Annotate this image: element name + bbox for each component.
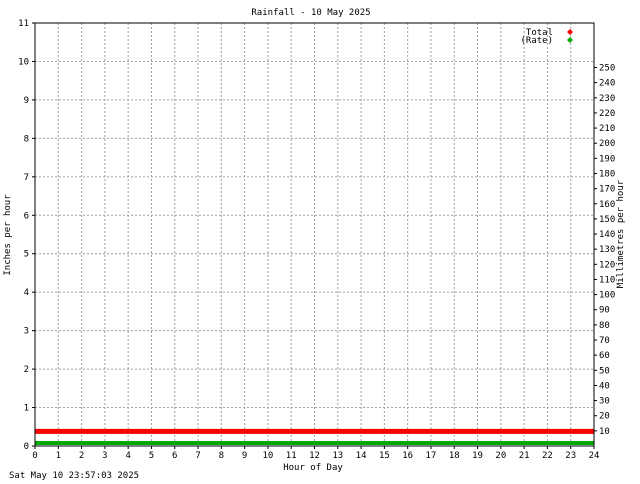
x-tick-label: 22 bbox=[542, 451, 553, 461]
legend-marker-total bbox=[567, 29, 573, 35]
legend-marker-rate bbox=[567, 37, 573, 43]
x-tick-label: 0 bbox=[32, 451, 37, 461]
y-tick-label: 4 bbox=[24, 288, 29, 298]
y-tick-label: 9 bbox=[24, 96, 29, 106]
x-tick-label: 4 bbox=[125, 451, 130, 461]
x-tick-label: 20 bbox=[495, 451, 506, 461]
x-tick-label: 9 bbox=[242, 451, 247, 461]
y2-tick-label: 160 bbox=[599, 200, 615, 210]
y2-tick-label: 100 bbox=[599, 291, 615, 301]
x-tick-label: 11 bbox=[286, 451, 297, 461]
y-axis-label: Inches per hour bbox=[3, 194, 13, 276]
tick-layer: 0 1 2 3 4 5 6 7 8 9 10 11 12 13 14 15 16 17 18 19 20 21 22 23 24… bbox=[18, 19, 615, 461]
x-tick-label: 10 bbox=[262, 451, 273, 461]
y-tick-label: 2 bbox=[24, 365, 29, 375]
x-tick-label: 8 bbox=[219, 451, 224, 461]
y2-tick-label: 170 bbox=[599, 185, 615, 195]
y2-tick-label: 240 bbox=[599, 79, 615, 89]
x-tick-label: 16 bbox=[402, 451, 413, 461]
y-tick-label: 5 bbox=[24, 250, 29, 260]
x-tick-label: 7 bbox=[195, 451, 200, 461]
plot-frame bbox=[34, 22, 595, 447]
y2-tick-label: 220 bbox=[599, 109, 615, 119]
x-tick-label: 2 bbox=[79, 451, 84, 461]
x-tick-label: 17 bbox=[426, 451, 437, 461]
y2-tick-label: 140 bbox=[599, 230, 615, 240]
rainfall-chart: 0 1 2 3 4 5 6 7 8 9 10 11 12 13 14 15 16 17 18 19 20 21 22 23 24… bbox=[0, 0, 640, 481]
y2-tick-label: 110 bbox=[599, 275, 615, 285]
x-tick-label: 6 bbox=[172, 451, 177, 461]
x-tick-label: 5 bbox=[149, 451, 154, 461]
y2-tick-label: 80 bbox=[599, 321, 610, 331]
y2-tick-label: 120 bbox=[599, 260, 615, 270]
chart-title: Rainfall - 10 May 2025 bbox=[251, 8, 370, 18]
y2-tick-label: 40 bbox=[599, 381, 610, 391]
legend-marks bbox=[567, 29, 573, 43]
x-tick-label: 19 bbox=[472, 451, 483, 461]
y2-tick-label: 150 bbox=[599, 215, 615, 225]
x-tick-label: 15 bbox=[379, 451, 390, 461]
x-tick-label: 13 bbox=[332, 451, 343, 461]
y2-axis-label: Millimetres per hour bbox=[616, 179, 626, 288]
y2-tick-label: 30 bbox=[599, 397, 610, 407]
x-tick-label: 23 bbox=[565, 451, 576, 461]
legend-label-rate: (Rate) bbox=[520, 36, 553, 46]
y2-tick-label: 60 bbox=[599, 351, 610, 361]
series-layer bbox=[35, 428, 594, 445]
y2-tick-label: 250 bbox=[599, 64, 615, 74]
grid-layer bbox=[35, 23, 594, 446]
y2-tick-label: 200 bbox=[599, 139, 615, 149]
y-tick-label: 7 bbox=[24, 173, 29, 183]
legend: Total (Rate) bbox=[520, 28, 573, 46]
y2-tick-label: 210 bbox=[599, 124, 615, 134]
y-tick-label: 8 bbox=[24, 134, 29, 144]
y2-tick-label: 180 bbox=[599, 169, 615, 179]
x-tick-label: 21 bbox=[519, 451, 530, 461]
y-tick-label: 6 bbox=[24, 211, 29, 221]
y-tick-label: 11 bbox=[18, 19, 29, 29]
x-tick-label: 18 bbox=[449, 451, 460, 461]
y2-tick-label: 130 bbox=[599, 245, 615, 255]
y2-tick-label: 230 bbox=[599, 94, 615, 104]
x-axis-label: Hour of Day bbox=[283, 463, 343, 473]
x-tick-label: 3 bbox=[102, 451, 107, 461]
y2-tick-label: 20 bbox=[599, 412, 610, 422]
x-tick-label: 24 bbox=[589, 451, 600, 461]
footer-timestamp: Sat May 10 23:57:03 2025 bbox=[9, 471, 139, 480]
y2-tick-label: 70 bbox=[599, 336, 610, 346]
y2-tick-label: 10 bbox=[599, 427, 610, 437]
y2-tick-label: 50 bbox=[599, 366, 610, 376]
y-tick-label: 1 bbox=[24, 404, 29, 414]
x-tick-label: 1 bbox=[56, 451, 61, 461]
x-tick-label: 12 bbox=[309, 451, 320, 461]
chart-svg: 0 1 2 3 4 5 6 7 8 9 10 11 12 13 14 15 16 17 18 19 20 21 22 23 24… bbox=[3, 8, 626, 481]
y2-tick-label: 90 bbox=[599, 306, 610, 316]
y-tick-label: 0 bbox=[24, 442, 29, 452]
y2-tick-label: 190 bbox=[599, 154, 615, 164]
y-tick-label: 10 bbox=[18, 57, 29, 67]
x-tick-label: 14 bbox=[356, 451, 367, 461]
y-tick-label: 3 bbox=[24, 327, 29, 337]
